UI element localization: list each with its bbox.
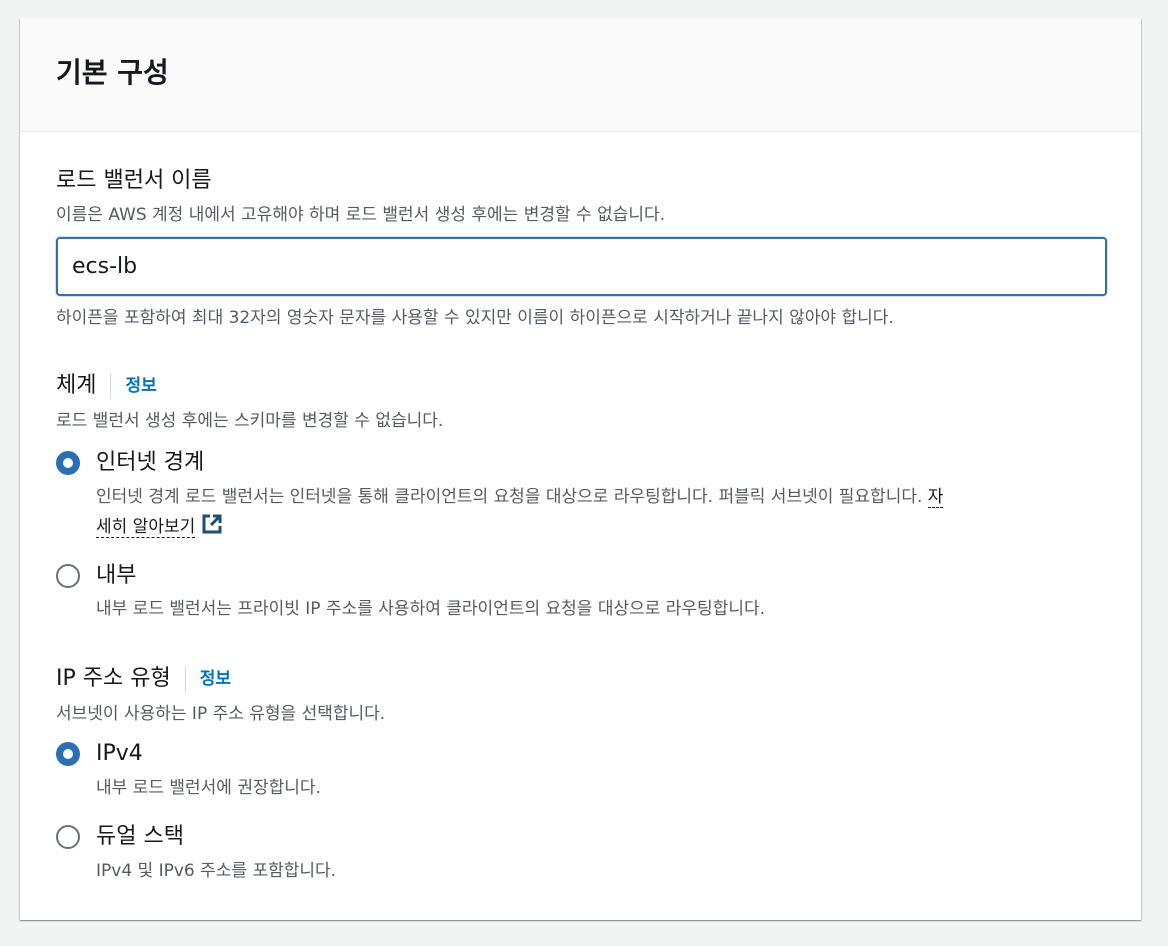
scheme-label: 체계	[56, 373, 97, 398]
ip-type-info-link[interactable]: 정보	[200, 667, 231, 691]
ipv4-description: 내부 로드 밸런서에 권장합니다.	[96, 778, 321, 798]
radio-internal[interactable]	[56, 564, 80, 588]
radio-internet-facing[interactable]	[56, 451, 80, 475]
panel-title: 기본 구성	[56, 56, 169, 89]
scheme-info-link[interactable]: 정보	[125, 374, 156, 398]
learn-more-row: 세히 알아보기	[96, 513, 223, 542]
radio-internal-label[interactable]: 내부	[96, 561, 136, 591]
lb-name-label: 로드 밸런서 이름	[56, 168, 212, 193]
scheme-description: 로드 밸런서 생성 후에는 스키마를 변경할 수 없습니다.	[56, 411, 444, 431]
external-link-icon[interactable]	[201, 513, 223, 542]
ip-type-label: IP 주소 유형	[56, 666, 171, 691]
radio-dualstack[interactable]	[56, 825, 80, 849]
label-divider	[110, 373, 112, 399]
learn-more-link-start[interactable]: 자	[927, 487, 944, 508]
internet-facing-description: 인터넷 경계 로드 밸런서는 인터넷을 통해 클라이언트의 요청을 대상으로 라…	[96, 485, 1106, 509]
lb-name-description: 이름은 AWS 계정 내에서 고유해야 하며 로드 밸런서 생성 후에는 변경할…	[56, 205, 666, 225]
internet-facing-description-text: 인터넷 경계 로드 밸런서는 인터넷을 통해 클라이언트의 요청을 대상으로 라…	[96, 487, 928, 507]
ip-type-description: 서브넷이 사용하는 IP 주소 유형을 선택합니다.	[56, 704, 386, 724]
radio-ipv4[interactable]	[56, 742, 80, 766]
internal-description: 내부 로드 밸런서는 프라이빗 IP 주소를 사용하여 클라이언트의 요청을 대…	[96, 599, 766, 619]
radio-dualstack-label[interactable]: 듀얼 스택	[96, 822, 184, 852]
dualstack-description: IPv4 및 IPv6 주소를 포함합니다.	[96, 861, 337, 881]
lb-name-constraint: 하이픈을 포함하여 최대 32자의 영숫자 문자를 사용할 수 있지만 이름이 …	[56, 308, 894, 328]
panel-header: 기본 구성	[20, 18, 1141, 132]
basic-config-panel: 기본 구성 로드 밸런서 이름 이름은 AWS 계정 내에서 고유해야 하며 로…	[20, 18, 1141, 920]
lb-name-input[interactable]	[56, 237, 1107, 296]
radio-internet-facing-label[interactable]: 인터넷 경계	[96, 448, 204, 478]
ip-type-label-row: IP 주소 유형 정보	[56, 664, 231, 694]
learn-more-link[interactable]: 세히 알아보기	[96, 517, 196, 538]
scheme-label-row: 체계 정보	[56, 371, 157, 401]
radio-ipv4-label[interactable]: IPv4	[96, 739, 143, 769]
label-divider	[184, 666, 186, 692]
